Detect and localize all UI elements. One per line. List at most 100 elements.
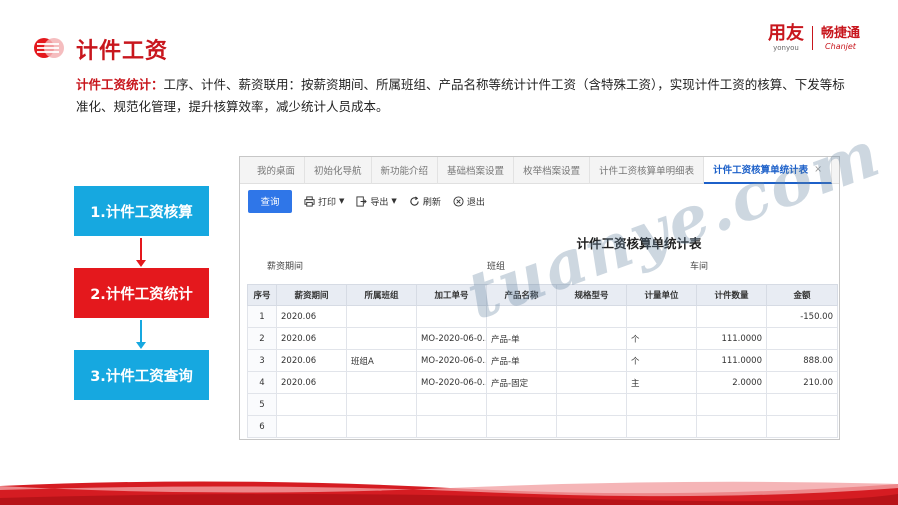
export-icon xyxy=(356,195,368,207)
chevron-down-icon: ▼ xyxy=(391,197,397,205)
cell-order-link[interactable]: MO-2020-06-0... xyxy=(416,371,487,394)
exit-icon xyxy=(453,195,464,207)
cell-group: 班组A xyxy=(346,349,417,372)
print-label: 打印 xyxy=(318,197,337,208)
intro-paragraph: 计件工资统计：工序、计件、薪资联用：按薪资期间、所属班组、产品名称等统计计件工资… xyxy=(76,74,856,118)
cell-unit: 个 xyxy=(626,349,697,372)
brand-primary-name: 用友 xyxy=(767,23,804,44)
row-number: 1 xyxy=(247,305,277,328)
cell-qty: 111.0000 xyxy=(696,327,767,350)
print-button[interactable]: 打印 ▼ xyxy=(304,195,344,208)
cell-group xyxy=(346,305,417,328)
cell-order xyxy=(416,393,487,416)
brand-circle-icon xyxy=(34,38,64,58)
cell-amount: 210.00 xyxy=(766,371,838,394)
refresh-button[interactable]: 刷新 xyxy=(409,195,441,208)
cell-period: 2020.06 xyxy=(276,349,347,372)
table-row[interactable]: 5 xyxy=(247,393,838,416)
brand-primary-en: yonyou xyxy=(773,44,799,52)
cell-qty xyxy=(696,393,767,416)
cell-spec xyxy=(556,305,627,328)
cell-qty: 111.0000 xyxy=(696,349,767,372)
cell-unit xyxy=(626,415,697,438)
chevron-down-icon: ▼ xyxy=(339,197,345,205)
page-title: 计件工资 xyxy=(76,39,169,64)
column-header[interactable]: 金额 xyxy=(766,284,838,306)
cell-unit xyxy=(626,393,697,416)
tab-new-features[interactable]: 新功能介绍 xyxy=(372,157,439,184)
cell-period xyxy=(276,415,347,438)
cell-product: 产品-单 xyxy=(486,349,557,372)
cell-period: 2020.06 xyxy=(276,305,347,328)
step-piecework-stats[interactable]: 2.计件工资统计 xyxy=(74,268,209,318)
exit-label: 退出 xyxy=(466,197,485,208)
cell-unit xyxy=(626,305,697,328)
flow-arrow-down-icon xyxy=(136,238,146,267)
cell-spec xyxy=(556,415,627,438)
cell-spec xyxy=(556,349,627,372)
exit-button[interactable]: 退出 xyxy=(453,195,485,208)
column-header[interactable]: 序号 xyxy=(247,284,277,306)
flow-arrow-down-icon xyxy=(136,320,146,349)
brand-secondary-name: 畅捷通 xyxy=(820,25,860,41)
row-number: 3 xyxy=(247,349,277,372)
filter-workshop-label: 车间 xyxy=(690,262,709,272)
cell-unit: 主 xyxy=(626,371,697,394)
brand-divider xyxy=(811,26,813,50)
export-label: 导出 xyxy=(370,197,389,208)
cell-period: 2020.06 xyxy=(276,327,347,350)
cell-period xyxy=(276,393,347,416)
filter-period-label: 薪资期间 xyxy=(267,262,304,272)
table-row[interactable]: 3 2020.06 班组A MO-2020-06-0... 产品-单 个 111… xyxy=(247,349,838,372)
printer-icon xyxy=(304,195,315,207)
cell-spec xyxy=(556,371,627,394)
cell-spec xyxy=(556,327,627,350)
cell-order-link[interactable]: MO-2020-06-0... xyxy=(416,327,487,350)
cell-qty: 2.0000 xyxy=(696,371,767,394)
cell-amount: -150.00 xyxy=(766,305,838,328)
cell-product xyxy=(486,393,557,416)
cell-period: 2020.06 xyxy=(276,371,347,394)
cell-qty xyxy=(696,415,767,438)
column-header[interactable]: 所属班组 xyxy=(346,284,417,306)
cell-product xyxy=(486,415,557,438)
cell-group xyxy=(346,371,417,394)
refresh-icon xyxy=(410,195,419,206)
cell-product: 产品-固定 xyxy=(486,371,557,394)
row-number: 6 xyxy=(247,415,277,438)
intro-lead: 计件工资统计： xyxy=(76,77,164,92)
column-header[interactable]: 薪资期间 xyxy=(276,284,347,306)
intro-text: 工序、计件、薪资联用：按薪资期间、所属班组、产品名称等统计计件工资（含特殊工资）… xyxy=(76,77,845,114)
step-piecework-query[interactable]: 3.计件工资查询 xyxy=(74,350,209,400)
row-number: 5 xyxy=(247,393,277,416)
row-number: 2 xyxy=(247,327,277,350)
tab-my-desktop[interactable]: 我的桌面 xyxy=(248,157,306,184)
tab-init-guide[interactable]: 初始化导航 xyxy=(305,157,372,184)
table-row[interactable]: 6 xyxy=(247,415,838,438)
row-number: 4 xyxy=(247,371,277,394)
cell-amount xyxy=(766,393,838,416)
cell-group xyxy=(346,415,417,438)
column-header[interactable]: 计量单位 xyxy=(626,284,697,306)
tab-basic-archive[interactable]: 基础档案设置 xyxy=(438,157,515,184)
column-header[interactable]: 计件数量 xyxy=(696,284,767,306)
brand-logo: 用友 yonyou 畅捷通 Chanjet xyxy=(767,23,860,53)
cell-product: 产品-单 xyxy=(486,327,557,350)
table-row[interactable]: 4 2020.06 MO-2020-06-0... 产品-固定 主 2.0000… xyxy=(247,371,838,394)
query-button[interactable]: 查询 xyxy=(248,189,292,213)
cell-amount xyxy=(766,415,838,438)
step-piecework-calc[interactable]: 1.计件工资核算 xyxy=(74,186,209,236)
tab-enum-archive[interactable]: 枚举档案设置 xyxy=(514,157,591,184)
refresh-label: 刷新 xyxy=(422,197,441,208)
cell-spec xyxy=(556,393,627,416)
footer-wave-band xyxy=(0,476,898,505)
brand-secondary-en: Chanjet xyxy=(825,41,856,51)
cell-order-link[interactable]: MO-2020-06-0... xyxy=(416,349,487,372)
cell-group xyxy=(346,327,417,350)
cell-amount: 888.00 xyxy=(766,349,838,372)
table-row[interactable]: 2 2020.06 MO-2020-06-0... 产品-单 个 111.000… xyxy=(247,327,838,350)
cell-amount xyxy=(766,327,838,350)
export-button[interactable]: 导出 ▼ xyxy=(356,195,397,208)
cell-order xyxy=(416,415,487,438)
cell-unit: 个 xyxy=(626,327,697,350)
